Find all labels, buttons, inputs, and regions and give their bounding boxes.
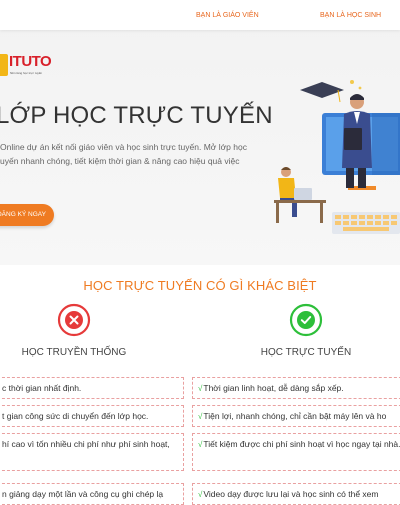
nav-link-student[interactable]: BẠN LÀ HỌC SINH <box>320 12 381 19</box>
traditional-row: t gian công sức di chuyển đến lớp học. <box>0 405 184 427</box>
check-icon: √ <box>198 384 203 393</box>
traditional-learning-label: HỌC TRUYỀN THỐNG <box>21 347 127 358</box>
register-button[interactable]: ĐĂNG KÝ NGAY <box>0 204 54 226</box>
online-row-text: Video dạy được lưu lại và học sinh có th… <box>203 489 379 499</box>
logo-mark <box>0 54 8 76</box>
logo-text: ITUTO <box>9 53 52 70</box>
check-icon: √ <box>198 440 203 449</box>
hero-description-line: uyến nhanh chóng, tiết kiệm thời gian & … <box>0 156 240 166</box>
online-learning-label: HỌC TRỰC TUYẾN <box>260 347 352 358</box>
online-row: √Video dạy được lưu lại và học sinh có t… <box>192 483 400 505</box>
check-icon: √ <box>198 490 203 499</box>
logo-subtitle: Nền tảng học trực tuyến <box>10 71 43 75</box>
hero-section: ITUTO Nền tảng học trực tuyến LỚP HỌC TR… <box>0 0 400 265</box>
check-icon: √ <box>198 412 203 421</box>
ituto-logo[interactable]: ITUTO Nền tảng học trực tuyến <box>0 52 52 80</box>
hero-description: Online dự án kết nối giáo viên và học si… <box>0 140 280 168</box>
online-row-text: Tiện lợi, nhanh chóng, chỉ cần bật máy l… <box>203 411 387 421</box>
traditional-row: c thời gian nhất định. <box>0 377 184 399</box>
x-circle-icon <box>57 303 91 337</box>
online-class-illustration <box>274 80 400 234</box>
traditional-row: hí cao vì tốn nhiều chi phí như phí sinh… <box>0 433 184 471</box>
section-title: HỌC TRỰC TUYẾN CÓ GÌ KHÁC BIỆT <box>83 278 317 293</box>
traditional-row: n giảng dạy một lần và công cụ ghi chép … <box>0 483 184 505</box>
online-row-text: Tiết kiệm được chi phí sinh hoạt vì học … <box>203 439 400 449</box>
online-row: √Tiết kiệm được chi phí sinh hoạt vì học… <box>192 433 400 471</box>
top-navbar: BẠN LÀ GIÁO VIÊN BẠN LÀ HỌC SINH <box>0 0 400 30</box>
nav-link-teacher[interactable]: BẠN LÀ GIÁO VIÊN <box>196 12 259 19</box>
desk-icon <box>274 200 326 203</box>
check-circle-icon <box>289 303 323 337</box>
student-figure <box>278 178 296 198</box>
online-row: √Thời gian linh hoạt, dễ dàng sắp xếp. <box>192 377 400 399</box>
hero-description-line: Online dự án kết nối giáo viên và học si… <box>0 142 247 152</box>
online-row: √Tiện lợi, nhanh chóng, chỉ cần bật máy … <box>192 405 400 427</box>
hero-title: LỚP HỌC TRỰC TUYẾN <box>0 102 273 129</box>
online-row-text: Thời gian linh hoạt, dễ dàng sắp xếp. <box>203 383 344 393</box>
graduation-cap-icon <box>300 82 344 98</box>
